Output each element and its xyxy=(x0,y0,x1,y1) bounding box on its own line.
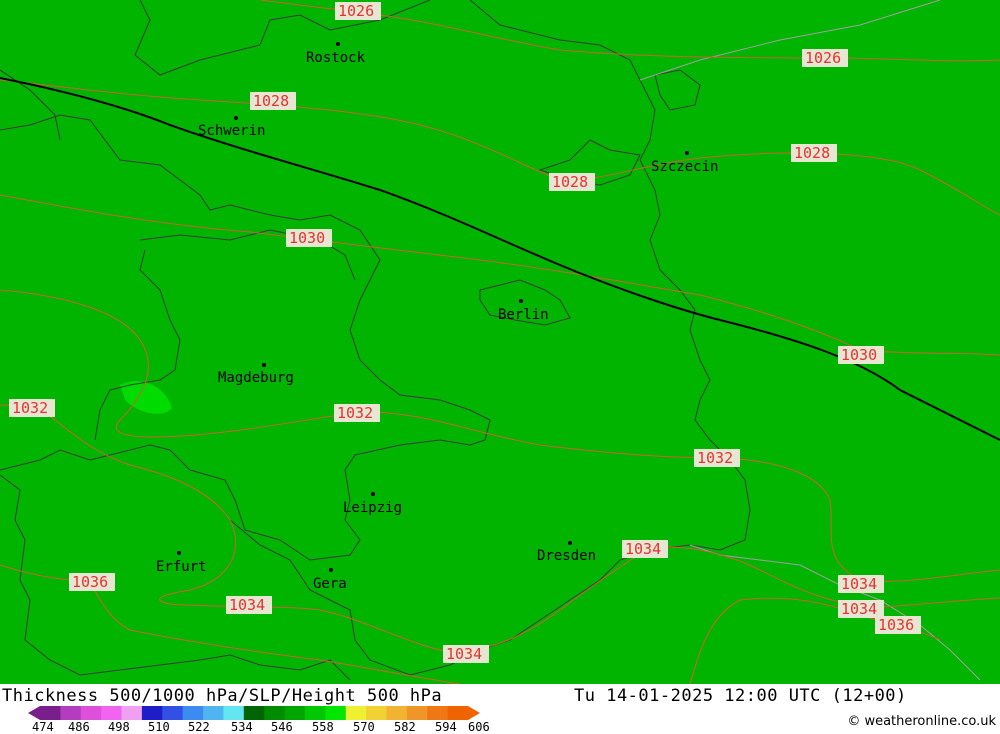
legend-value: 498 xyxy=(108,720,130,734)
weather-map: Rostock Schwerin Szczecin Berlin Magdebu… xyxy=(0,0,1000,684)
map-title: Thickness 500/1000 hPa/SLP/Height 500 hP… xyxy=(2,686,443,706)
isobar-label: 1032 xyxy=(697,449,733,467)
city-label-magdeburg: Magdeburg xyxy=(218,370,294,386)
isobar-label: 1026 xyxy=(338,2,374,20)
legend-value: 594 xyxy=(435,720,457,734)
legend-swatch xyxy=(386,706,408,720)
isobar-label: 1032 xyxy=(12,399,48,417)
legend-swatch xyxy=(406,706,428,720)
city-label-dresden: Dresden xyxy=(537,548,596,564)
isobar-label: 1026 xyxy=(805,49,841,67)
legend-swatch xyxy=(101,706,123,720)
legend-swatch xyxy=(80,706,102,720)
color-legend xyxy=(28,706,480,720)
city-label-rostock: Rostock xyxy=(306,50,366,66)
legend-swatch xyxy=(264,706,286,720)
city-label-szczecin: Szczecin xyxy=(651,159,718,175)
legend-value: 570 xyxy=(353,720,375,734)
legend-swatch xyxy=(325,706,347,720)
legend-swatch xyxy=(304,706,326,720)
legend-value: 546 xyxy=(271,720,293,734)
legend-value: 522 xyxy=(188,720,210,734)
legend-value: 558 xyxy=(312,720,334,734)
isobar-label: 1028 xyxy=(552,173,588,191)
isobar-label: 1034 xyxy=(625,540,661,558)
isobar-label: 1028 xyxy=(794,144,830,162)
city-label-schwerin: Schwerin xyxy=(198,123,265,139)
legend-swatch xyxy=(447,706,469,720)
legend-value: 606 xyxy=(468,720,490,734)
legend-value: 510 xyxy=(148,720,170,734)
legend-swatch xyxy=(345,706,367,720)
isobar-label: 1034 xyxy=(841,575,877,593)
legend-arrow-left xyxy=(28,706,40,720)
isobar-label: 1030 xyxy=(289,229,325,247)
legend-value: 582 xyxy=(394,720,416,734)
map-datetime: Tu 14-01-2025 12:00 UTC (12+00) xyxy=(574,686,907,706)
credit-text: © weatheronline.co.uk xyxy=(847,714,996,729)
legend-swatch xyxy=(223,706,245,720)
map-footer: Thickness 500/1000 hPa/SLP/Height 500 hP… xyxy=(0,684,1000,734)
legend-swatch xyxy=(203,706,224,720)
city-label-leipzig: Leipzig xyxy=(343,500,402,516)
city-label-gera: Gera xyxy=(313,576,347,592)
legend-labels: 474 486 498 510 522 534 546 558 570 582 594 606 xyxy=(0,720,520,734)
isobar-label: 1034 xyxy=(229,596,265,614)
isobar-label: 1028 xyxy=(253,92,289,110)
isobar-label: 1036 xyxy=(878,616,914,634)
isobar-label: 1032 xyxy=(337,404,373,422)
legend-value: 534 xyxy=(231,720,253,734)
legend-swatch xyxy=(366,706,387,720)
legend-swatch xyxy=(427,706,449,720)
isobar-label: 1034 xyxy=(841,600,877,618)
legend-swatch xyxy=(60,706,82,720)
legend-swatch xyxy=(182,706,204,720)
legend-swatch xyxy=(121,706,143,720)
isobar-label: 1034 xyxy=(446,645,482,663)
legend-value: 486 xyxy=(68,720,90,734)
isobar-label: 1030 xyxy=(841,346,877,364)
city-label-berlin: Berlin xyxy=(498,307,549,323)
legend-swatch xyxy=(40,706,61,720)
legend-swatch xyxy=(162,706,184,720)
city-label-erfurt: Erfurt xyxy=(156,559,207,575)
legend-value: 474 xyxy=(32,720,54,734)
isobar-label: 1036 xyxy=(72,573,108,591)
legend-arrow-right xyxy=(468,706,480,720)
legend-swatch xyxy=(284,706,306,720)
legend-swatch xyxy=(243,706,265,720)
legend-swatch xyxy=(141,706,163,720)
